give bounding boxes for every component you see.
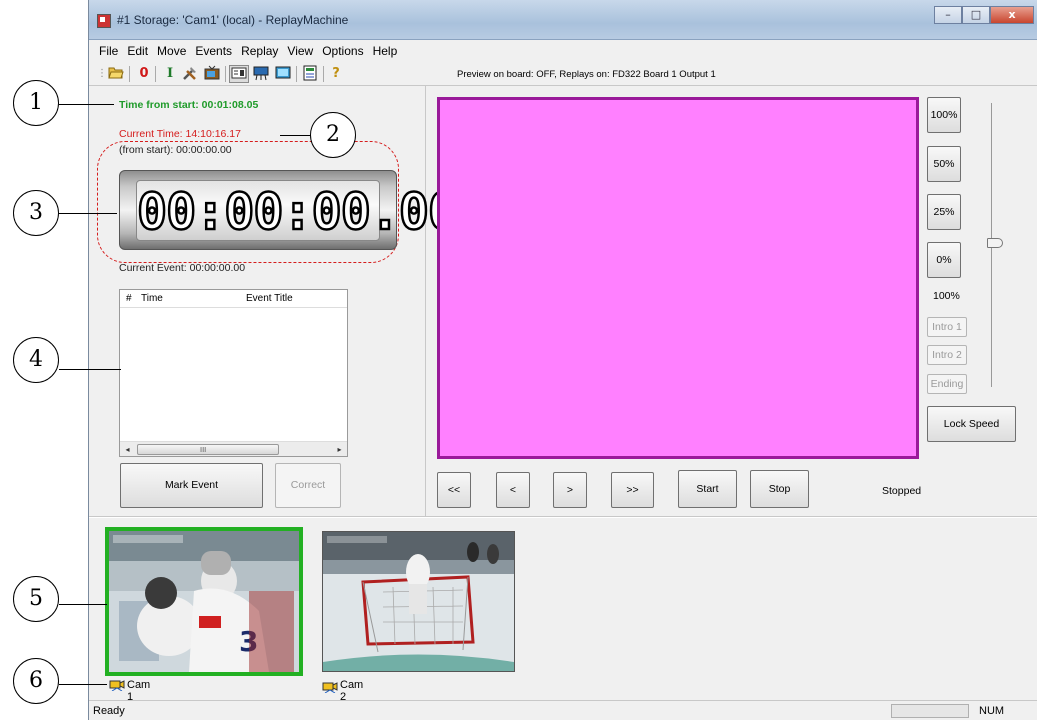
callout-3-line <box>59 213 117 214</box>
forward-fast-button[interactable]: >> <box>611 472 654 508</box>
rewind-fast-button[interactable]: << <box>437 472 471 508</box>
scroll-right-icon[interactable]: ▸ <box>332 442 347 457</box>
maximize-button[interactable]: □ <box>962 6 990 24</box>
callout-5-line <box>59 604 107 605</box>
preview-video <box>437 97 919 459</box>
scroll-thumb[interactable]: III <box>137 444 279 455</box>
event-list-header: # Time Event Title <box>120 290 347 308</box>
zoom-0-button[interactable]: 0% <box>927 242 961 278</box>
callout-6-line <box>59 684 107 685</box>
intro-1-button[interactable]: Intro 1 <box>927 317 967 337</box>
zoom-50-button[interactable]: 50% <box>927 146 961 182</box>
help-icon[interactable]: ? <box>327 65 345 83</box>
list-icon[interactable] <box>301 65 319 83</box>
num-lock-indicator: NUM <box>979 705 1005 717</box>
column-time[interactable]: Time <box>141 293 163 304</box>
menu-bar: File Edit Move Events Replay View Option… <box>89 41 1037 61</box>
preview-status: Preview on board: OFF, Replays on: FD322… <box>457 69 716 80</box>
scroll-grip: III <box>200 446 207 454</box>
app-icon <box>97 14 111 28</box>
event-view-icon[interactable] <box>229 65 249 83</box>
toolbar-separator <box>323 66 324 82</box>
info-icon[interactable]: I <box>161 65 179 83</box>
minimize-button[interactable]: – <box>934 6 962 24</box>
time-from-start: Time from start: 00:01:08.05 <box>119 99 259 111</box>
replay-machine-window: #1 Storage: 'Cam1' (local) - ReplayMachi… <box>88 0 1037 720</box>
status-bar: Ready NUM <box>89 700 1037 720</box>
clock-face: 00:00:00.00 <box>136 180 460 243</box>
toolbar-separator <box>225 66 226 82</box>
lock-speed-button[interactable]: Lock Speed <box>927 406 1016 442</box>
current-event: Current Event: 00:00:00.00 <box>119 262 246 274</box>
camera-2-video <box>322 531 515 672</box>
title-bar: #1 Storage: 'Cam1' (local) - ReplayMachi… <box>89 0 1037 40</box>
clock-display: 00:00:00.00 <box>119 170 460 250</box>
menu-move[interactable]: Move <box>153 41 191 61</box>
toolbar-separator <box>296 66 297 82</box>
window-controls: – □ x <box>934 6 1034 24</box>
ending-button[interactable]: Ending <box>927 374 967 394</box>
callout-4-line <box>59 369 121 370</box>
tv-icon[interactable] <box>203 65 221 83</box>
event-list[interactable]: # Time Event Title ◂ III ▸ <box>119 289 348 457</box>
menu-help[interactable]: Help <box>369 41 403 61</box>
close-button[interactable]: x <box>990 6 1034 24</box>
callout-1: 1 <box>13 80 59 126</box>
speed-slider-thumb[interactable] <box>987 238 1003 248</box>
correct-button[interactable]: Correct <box>275 463 341 508</box>
bottom-splitter[interactable] <box>89 516 1037 518</box>
start-button[interactable]: Start <box>678 470 737 508</box>
camera-1-video: 3 <box>105 527 303 676</box>
display-icon[interactable] <box>252 65 270 83</box>
callout-6: 6 <box>13 658 59 704</box>
zoom-25-button[interactable]: 25% <box>927 194 961 230</box>
camera-icon <box>322 682 338 693</box>
zoom-value: 100% <box>933 290 960 302</box>
menu-options[interactable]: Options <box>318 41 368 61</box>
status-text: Ready <box>93 705 125 717</box>
callout-2-line <box>280 135 311 136</box>
toolbar-separator <box>155 66 156 82</box>
callout-1-line <box>59 104 114 105</box>
zoom-100-button[interactable]: 100% <box>927 97 961 133</box>
playback-state: Stopped <box>882 485 922 497</box>
open-folder-icon[interactable] <box>107 65 125 83</box>
callout-4: 4 <box>13 337 59 383</box>
camera-icon <box>109 680 125 691</box>
record-icon[interactable]: 0 <box>135 65 153 83</box>
menu-file[interactable]: File <box>95 41 123 61</box>
toolbar-grip: ⋮ <box>97 68 107 79</box>
window-title: #1 Storage: 'Cam1' (local) - ReplayMachi… <box>117 13 349 27</box>
menu-view[interactable]: View <box>283 41 318 61</box>
monitor-icon[interactable] <box>274 65 292 83</box>
current-time: Current Time: 14:10:16.17 <box>119 128 241 140</box>
panel-splitter[interactable] <box>425 86 426 516</box>
callout-5: 5 <box>13 576 59 622</box>
callout-3: 3 <box>13 190 59 236</box>
toolbar-separator <box>129 66 130 82</box>
horizontal-scrollbar[interactable]: ◂ III ▸ <box>120 441 347 456</box>
tools-icon[interactable] <box>181 65 199 83</box>
step-back-button[interactable]: < <box>496 472 530 508</box>
intro-2-button[interactable]: Intro 2 <box>927 345 967 365</box>
menu-edit[interactable]: Edit <box>123 41 153 61</box>
menu-replay[interactable]: Replay <box>237 41 283 61</box>
scroll-left-icon[interactable]: ◂ <box>120 442 135 457</box>
step-forward-button[interactable]: > <box>553 472 587 508</box>
stop-button[interactable]: Stop <box>750 470 809 508</box>
column-number[interactable]: # <box>126 293 132 304</box>
clock-digits: 00:00:00.00 <box>136 182 460 243</box>
mark-event-button[interactable]: Mark Event <box>120 463 263 508</box>
menu-events[interactable]: Events <box>191 41 237 61</box>
callout-2: 2 <box>310 112 356 158</box>
column-event-title[interactable]: Event Title <box>246 293 293 304</box>
status-panel <box>891 704 969 718</box>
